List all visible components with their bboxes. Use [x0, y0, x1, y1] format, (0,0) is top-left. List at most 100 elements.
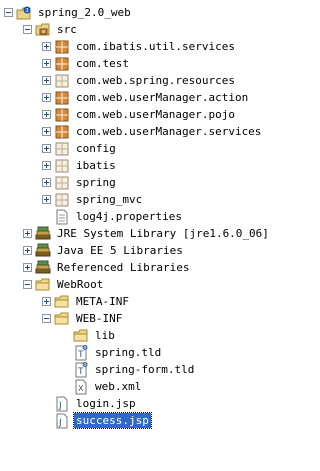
- tree-item-label: spring_mvc: [76, 193, 143, 206]
- source-folder-icon: [35, 22, 51, 38]
- properties-file-icon: [54, 209, 70, 225]
- expand-toggle-icon[interactable]: [23, 263, 32, 272]
- tree-item-label: com.web.userManager.action: [76, 91, 249, 104]
- package-icon: [54, 56, 70, 72]
- svg-text:X: X: [78, 384, 84, 393]
- tree-item[interactable]: Xweb.xml: [61, 378, 143, 395]
- jsp-file-icon: J: [54, 413, 70, 429]
- expand-toggle-icon[interactable]: [42, 297, 51, 306]
- expand-toggle-icon[interactable]: [42, 110, 51, 119]
- collapse-toggle-icon[interactable]: [23, 25, 32, 34]
- expand-toggle-icon[interactable]: [42, 195, 51, 204]
- tree-item[interactable]: com.web.userManager.action: [42, 89, 250, 106]
- expand-toggle-icon[interactable]: [42, 127, 51, 136]
- tree-item-label: login.jsp: [76, 397, 136, 410]
- package-icon: [54, 107, 70, 123]
- empty-package-icon: [54, 73, 70, 89]
- tree-item-label: lib: [95, 329, 115, 342]
- tree-item-label: com.web.spring.resources: [76, 74, 235, 87]
- empty-package-icon: [54, 192, 70, 208]
- tree-item[interactable]: ibatis: [42, 157, 118, 174]
- library-icon: [35, 260, 51, 276]
- tree-item-label: src: [57, 23, 77, 36]
- tree-item[interactable]: com.web.userManager.services: [42, 123, 263, 140]
- folder-icon: [73, 328, 89, 344]
- tree-item[interactable]: Referenced Libraries: [23, 259, 191, 276]
- expand-toggle-icon[interactable]: [42, 93, 51, 102]
- package-icon: [54, 124, 70, 140]
- tree-item[interactable]: Jspring_2.0_web: [4, 4, 133, 21]
- tree-item-label: com.test: [76, 57, 129, 70]
- tree-item[interactable]: spring: [42, 174, 118, 191]
- tld-file-icon: T: [73, 361, 89, 378]
- tree-item-label: spring: [76, 176, 116, 189]
- tree-item-label: web.xml: [95, 380, 142, 393]
- tree-item-label: com.web.userManager.services: [76, 125, 262, 138]
- tree-item[interactable]: Jlogin.jsp: [42, 395, 138, 412]
- empty-package-icon: [54, 175, 70, 191]
- svg-text:J: J: [58, 401, 62, 411]
- expand-toggle-icon[interactable]: [42, 144, 51, 153]
- expand-toggle-icon[interactable]: [42, 161, 51, 170]
- tree-item[interactable]: WebRoot: [23, 276, 105, 293]
- empty-package-icon: [54, 158, 70, 174]
- tree-item[interactable]: WEB-INF: [42, 310, 124, 327]
- tree-item-label: WEB-INF: [76, 312, 123, 325]
- java-project-icon: J: [16, 5, 32, 21]
- package-explorer-tree: Jspring_2.0_websrc com.ibatis.util.servic…: [0, 0, 293, 471]
- svg-text:J: J: [58, 418, 62, 428]
- tree-item-label: config: [76, 142, 116, 155]
- tree-item[interactable]: Java EE 5 Libraries: [23, 242, 185, 259]
- tree-item[interactable]: lib: [61, 327, 117, 344]
- package-icon: [54, 39, 70, 55]
- tld-file-icon: T: [73, 344, 89, 361]
- tree-item-label: Referenced Libraries: [57, 261, 190, 274]
- tree-item[interactable]: Tspring.tld: [61, 344, 163, 361]
- expand-toggle-icon[interactable]: [23, 229, 32, 238]
- tree-item[interactable]: com.web.spring.resources: [42, 72, 237, 89]
- expand-toggle-icon[interactable]: [23, 246, 32, 255]
- tree-item-label: com.ibatis.util.services: [76, 40, 235, 53]
- tree-item-label: ibatis: [76, 159, 116, 172]
- tree-item[interactable]: log4j.properties: [42, 208, 184, 225]
- svg-text:T: T: [77, 367, 84, 377]
- collapse-toggle-icon[interactable]: [42, 314, 51, 323]
- package-icon: [54, 90, 70, 106]
- svg-text:T: T: [77, 350, 84, 360]
- xml-file-icon: X: [73, 379, 89, 395]
- tree-item[interactable]: Jsuccess.jsp: [42, 412, 152, 429]
- tree-item[interactable]: com.web.userManager.pojo: [42, 106, 237, 123]
- tree-item-label: log4j.properties: [76, 210, 182, 223]
- collapse-toggle-icon[interactable]: [23, 280, 32, 289]
- empty-package-icon: [54, 141, 70, 157]
- folder-icon: [35, 277, 51, 293]
- tree-item[interactable]: config: [42, 140, 118, 157]
- tree-item[interactable]: JRE System Library [jre1.6.0_06]: [23, 225, 271, 242]
- collapse-toggle-icon[interactable]: [4, 8, 13, 17]
- tree-item-label: spring-form.tld: [95, 363, 195, 376]
- tree-item[interactable]: META-INF: [42, 293, 131, 310]
- folder-icon: [54, 294, 70, 310]
- tree-item[interactable]: com.test: [42, 55, 131, 72]
- jsp-file-icon: J: [54, 396, 70, 412]
- library-icon: [35, 226, 51, 242]
- expand-toggle-icon[interactable]: [42, 178, 51, 187]
- tree-item[interactable]: Tspring-form.tld: [61, 361, 196, 378]
- tree-item-label: META-INF: [76, 295, 129, 308]
- tree-item-label: com.web.userManager.pojo: [76, 108, 235, 121]
- tree-item[interactable]: spring_mvc: [42, 191, 144, 208]
- expand-toggle-icon[interactable]: [42, 42, 51, 51]
- tree-item-label: success.jsp: [73, 412, 152, 429]
- tree-item[interactable]: com.ibatis.util.services: [42, 38, 237, 55]
- expand-toggle-icon[interactable]: [42, 59, 51, 68]
- tree-item-label: spring_2.0_web: [38, 6, 131, 19]
- tree-item[interactable]: src: [23, 21, 79, 38]
- expand-toggle-icon[interactable]: [42, 76, 51, 85]
